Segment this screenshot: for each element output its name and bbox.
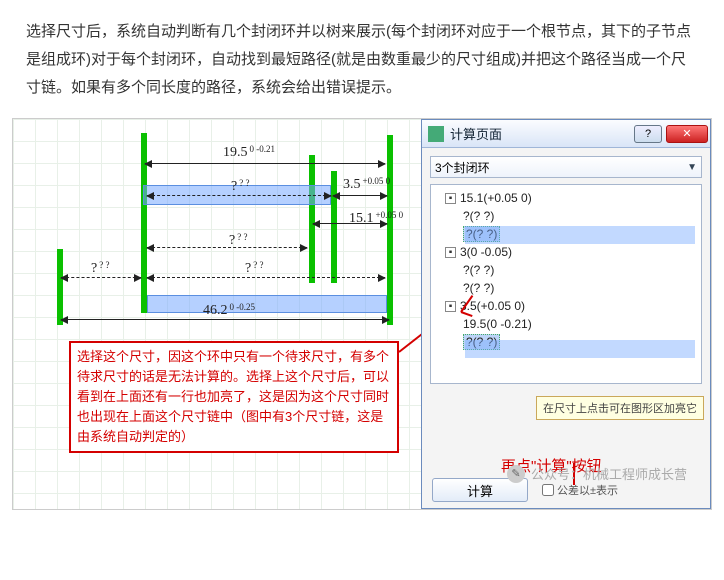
tree-leaf[interactable]: ?(? ?): [433, 279, 699, 297]
tree-highlight: [465, 340, 695, 358]
tolerance-checkbox[interactable]: 公差以±表示: [542, 482, 618, 498]
window-title: 计算页面: [450, 124, 632, 143]
dim-line[interactable]: [61, 319, 389, 320]
titlebar[interactable]: 计算页面 ? ✕: [422, 120, 710, 148]
wechat-icon: ✎: [507, 465, 525, 483]
tree-leaf[interactable]: 19.5(0 -0.21): [433, 315, 699, 333]
intro-text: 选择尺寸后，系统自动判断有几个封闭环并以树来展示(每个封闭环对应于一个根节点，其…: [0, 0, 724, 112]
bar: [387, 135, 393, 325]
bar: [331, 171, 337, 283]
dim-label: ?? ?: [91, 261, 109, 277]
bar: [57, 249, 63, 325]
dim-line[interactable]: [145, 163, 385, 164]
app-icon: [428, 126, 444, 142]
dim-label: 15.1+0.05 0: [349, 211, 403, 227]
dim-line[interactable]: [333, 195, 387, 196]
dim-label: ?? ?: [229, 233, 247, 249]
tree-leaf[interactable]: ?(? ?): [433, 261, 699, 279]
bar: [309, 155, 315, 283]
panel-body: 3个封闭环 ▼ ▪15.1(+0.05 0) ?(? ?) ?(? ?) ▪3(…: [422, 148, 710, 392]
watermark: ✎ 公众号：机械工程师成长营: [507, 464, 687, 483]
drawing-canvas: 19.50 -0.21 ?? ? 3.5+0.05 0 15.1+0.05 0 …: [13, 119, 423, 509]
tree-leaf[interactable]: ?(? ?): [433, 207, 699, 225]
workspace: 19.50 -0.21 ?? ? 3.5+0.05 0 15.1+0.05 0 …: [12, 118, 712, 510]
dim-label: ?? ?: [245, 261, 263, 277]
help-button[interactable]: ?: [634, 125, 662, 143]
callout-box: 选择这个尺寸，因这个环中只有一个待求尺寸，有多个待求尺寸的话是无法计算的。选择上…: [69, 341, 399, 453]
dim-line[interactable]: [147, 195, 331, 196]
tree-node[interactable]: ▪3.5(+0.05 0): [433, 297, 699, 315]
checkbox-input[interactable]: [542, 484, 554, 496]
dim-label: 46.20 -0.25: [203, 303, 255, 319]
dim-line[interactable]: [147, 247, 307, 248]
ring-tree[interactable]: ▪15.1(+0.05 0) ?(? ?) ?(? ?) ▪3(0 -0.05)…: [430, 184, 702, 384]
close-button[interactable]: ✕: [666, 125, 708, 143]
dim-label: 19.50 -0.21: [223, 145, 275, 161]
dim-line[interactable]: [147, 277, 385, 278]
collapse-icon[interactable]: ▪: [445, 247, 456, 258]
canvas-highlight: [147, 295, 387, 313]
dim-label: 3.5+0.05 0: [343, 177, 390, 193]
collapse-icon[interactable]: ▪: [445, 193, 456, 204]
tree-highlight: [465, 226, 695, 244]
tree-node[interactable]: ▪3(0 -0.05): [433, 243, 699, 261]
collapse-icon[interactable]: ▪: [445, 301, 456, 312]
ring-dropdown[interactable]: 3个封闭环 ▼: [430, 156, 702, 178]
dim-line[interactable]: [61, 277, 141, 278]
tooltip: 在尺寸上点击可在图形区加亮它: [536, 396, 704, 420]
dropdown-value: 3个封闭环: [435, 159, 490, 176]
dim-label: ?? ?: [231, 179, 249, 195]
tree-node[interactable]: ▪15.1(+0.05 0): [433, 189, 699, 207]
chevron-down-icon: ▼: [687, 162, 697, 173]
